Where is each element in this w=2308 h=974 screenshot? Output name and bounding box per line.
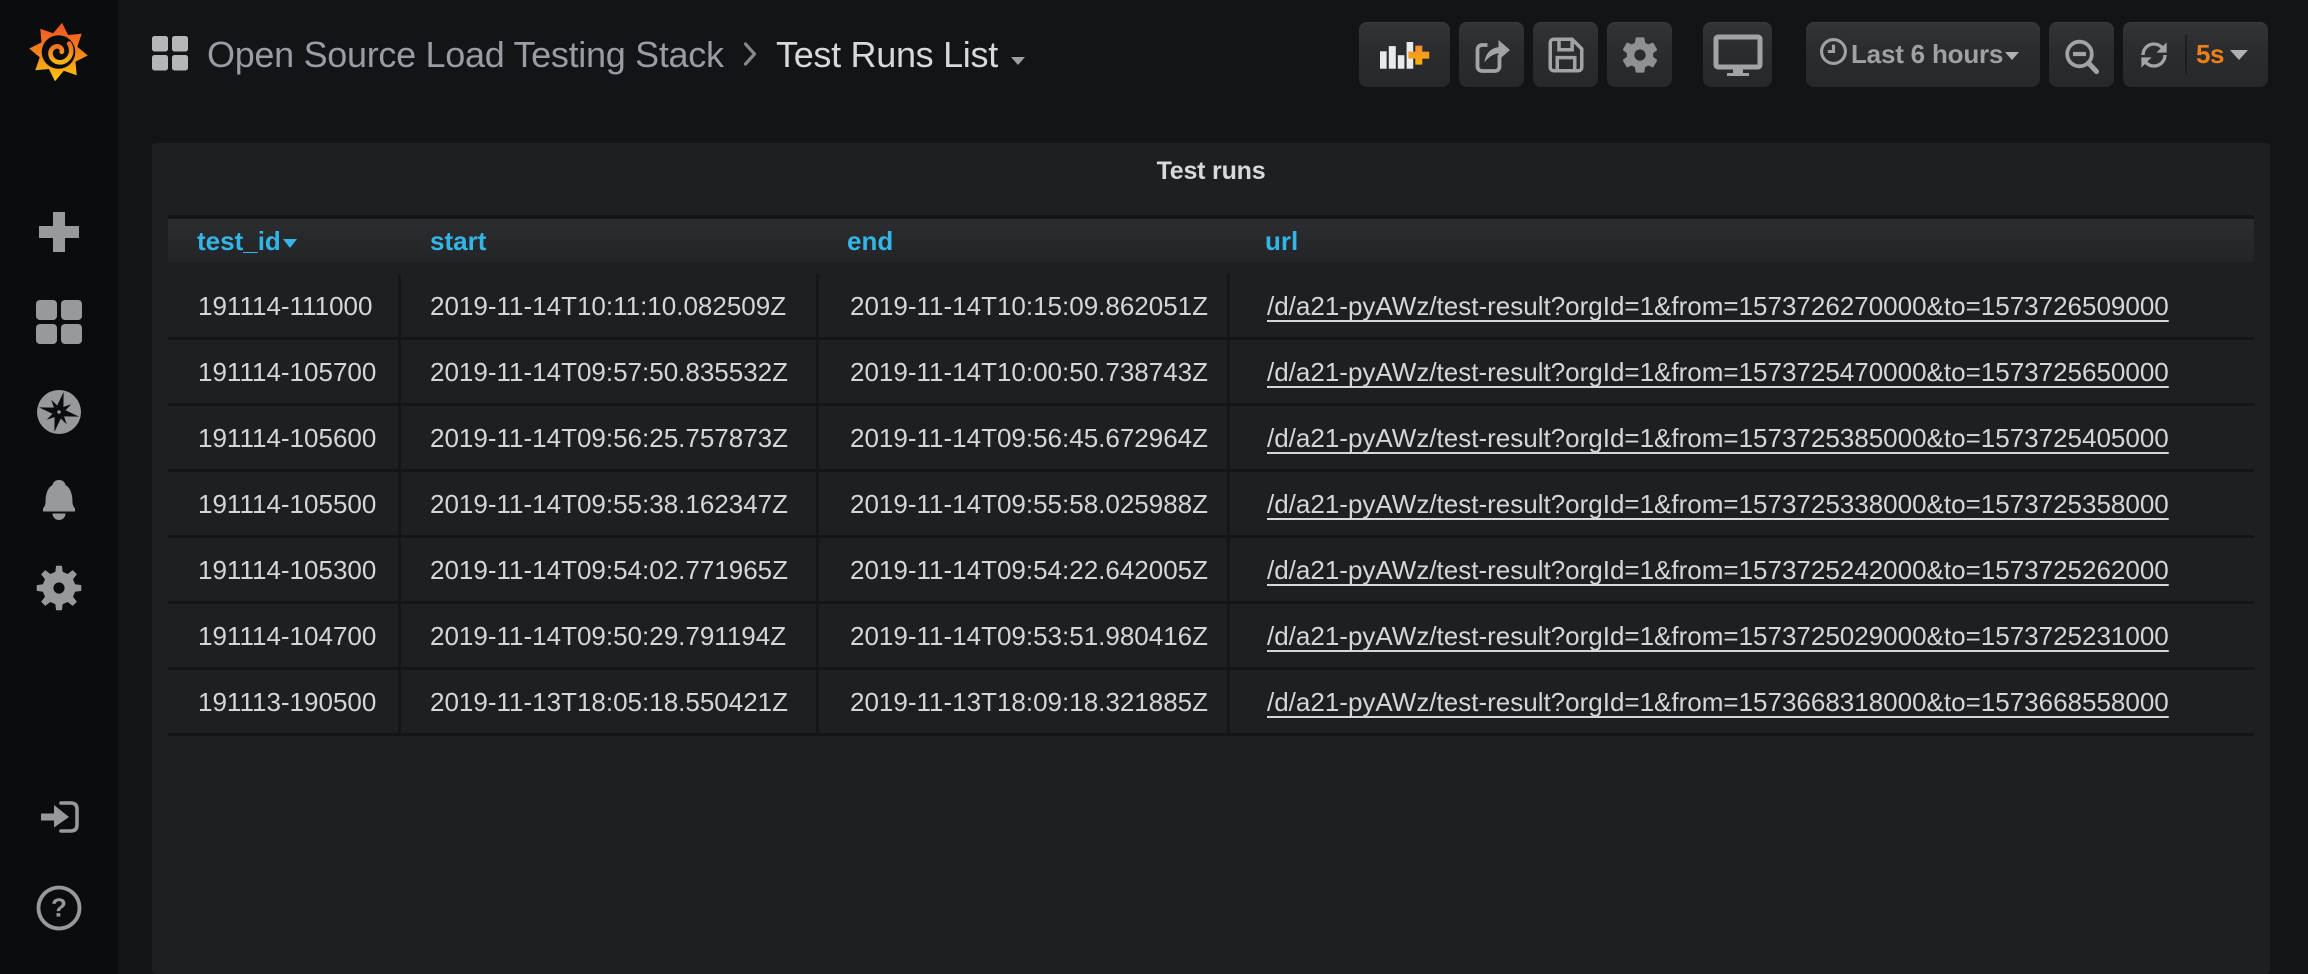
svg-text:?: ? bbox=[51, 893, 67, 923]
